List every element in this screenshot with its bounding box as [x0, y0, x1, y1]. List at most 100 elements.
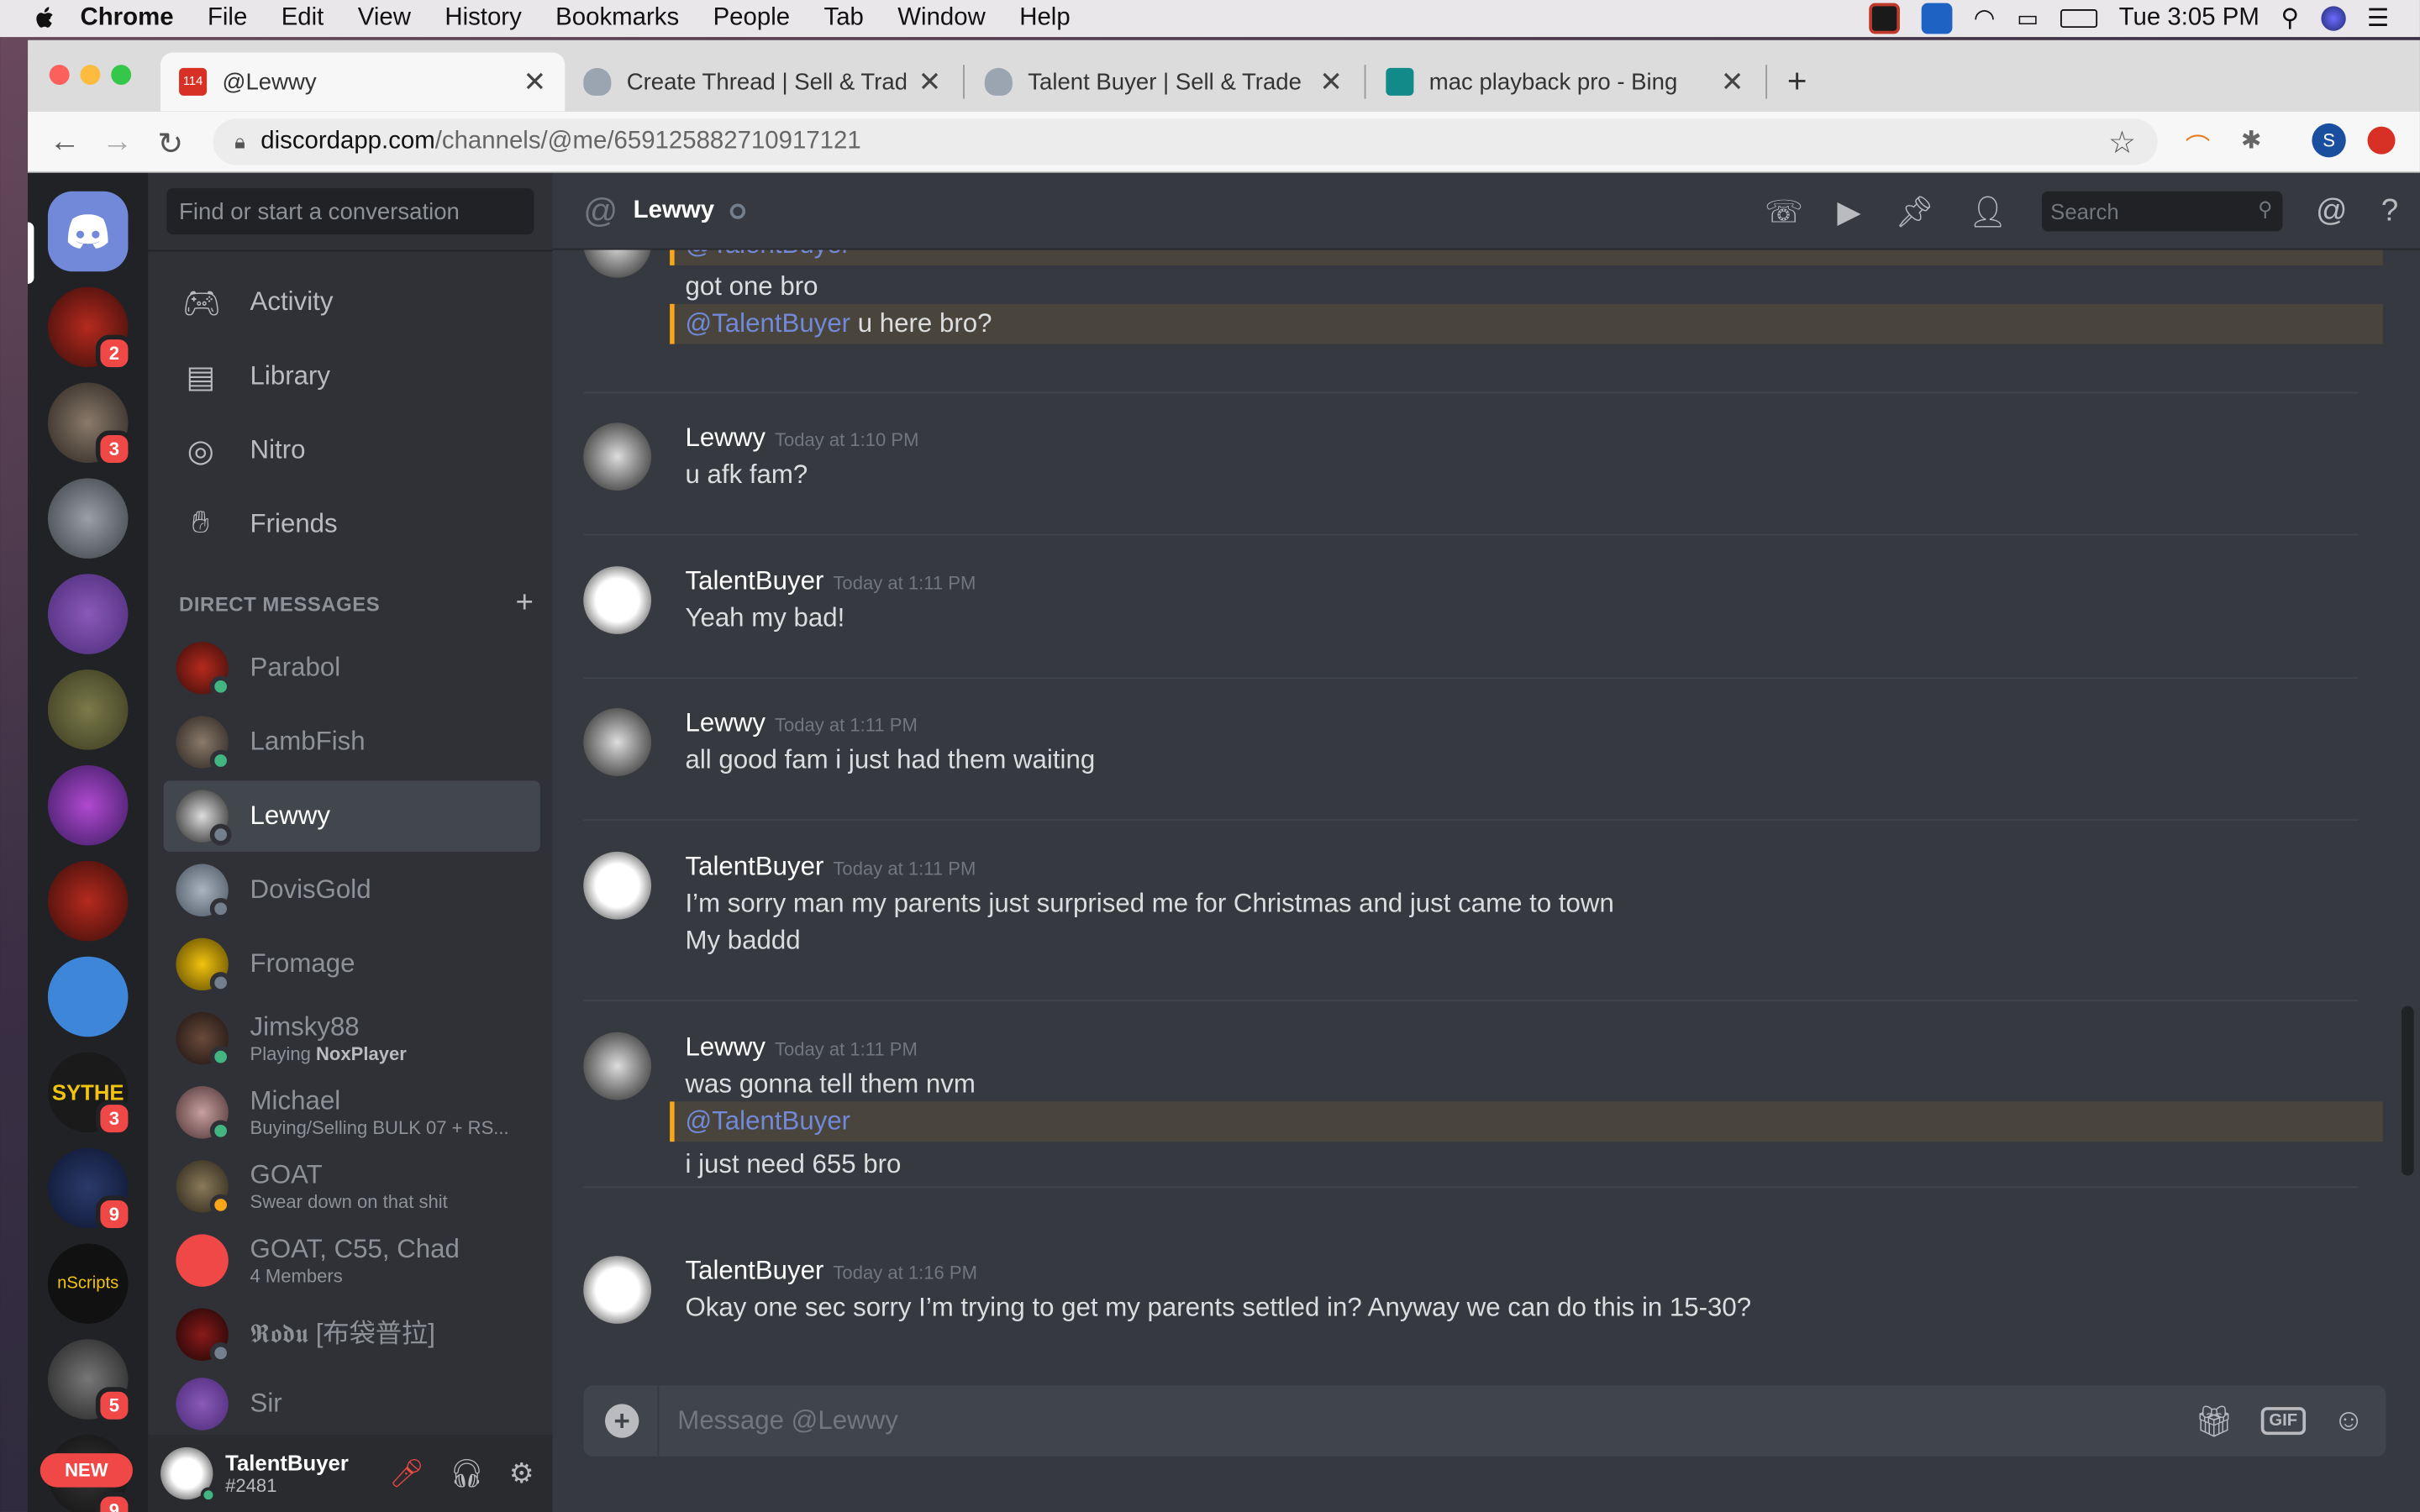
forward-arrow-icon[interactable]: →: [102, 125, 133, 160]
close-tab-icon[interactable]: ✕: [918, 66, 942, 98]
dm-item[interactable]: Michael Buying/Selling BULK 07 + RS...: [164, 1077, 540, 1147]
avatar[interactable]: [583, 1032, 652, 1100]
avatar[interactable]: [583, 851, 652, 920]
settings-gear-icon[interactable]: ⚙: [509, 1457, 534, 1490]
bookmark-star-icon[interactable]: ☆: [2108, 123, 2136, 161]
airplay-icon[interactable]: ▭: [2017, 5, 2039, 32]
profile-avatar[interactable]: S: [2312, 123, 2346, 158]
avatar[interactable]: [583, 249, 652, 278]
extension-arc-icon[interactable]: ⌒: [2186, 127, 2210, 164]
dm-item-selected[interactable]: Lewwy: [163, 780, 540, 852]
create-dm-plus-icon[interactable]: +: [515, 586, 534, 622]
server-sythe[interactable]: SYTHE 3: [47, 1052, 133, 1137]
menu-history[interactable]: History: [445, 5, 521, 33]
tab-bing[interactable]: mac playback pro - Bing ✕: [1367, 52, 1762, 111]
tab-talent-buyer[interactable]: Talent Buyer | Sell & Trade Gan ✕: [966, 52, 1361, 111]
server-monkey[interactable]: 3: [47, 382, 133, 468]
server-pizza[interactable]: [47, 574, 129, 654]
author-name[interactable]: TalentBuyer: [685, 566, 823, 596]
upload-plus-icon[interactable]: +: [604, 1404, 639, 1438]
menu-tab[interactable]: Tab: [824, 5, 864, 33]
runelite-status-icon[interactable]: [1868, 3, 1900, 34]
mute-microphone-icon[interactable]: 🎤︎: [389, 1457, 424, 1490]
menu-bookmarks[interactable]: Bookmarks: [555, 5, 679, 33]
tab-lewwy[interactable]: 114 @Lewwy ✕: [160, 52, 566, 112]
author-name[interactable]: TalentBuyer: [685, 1256, 823, 1285]
server-skull[interactable]: 5: [47, 1339, 133, 1425]
server-robot[interactable]: [47, 956, 129, 1037]
zoom-window-button[interactable]: [111, 65, 132, 86]
avatar[interactable]: [583, 423, 652, 491]
minimize-window-button[interactable]: [80, 65, 101, 86]
tab-create-thread[interactable]: Create Thread | Sell & Trade Ga ✕: [565, 52, 960, 111]
menubar-clock[interactable]: Tue 3:05 PM: [2119, 5, 2260, 33]
find-conversation-input[interactable]: Find or start a conversation: [166, 188, 534, 235]
nav-nitro[interactable]: ◎ Nitro: [164, 418, 540, 483]
nav-friends[interactable]: ✋︎ Friends: [164, 492, 540, 557]
notification-center-icon[interactable]: ☰: [2367, 3, 2389, 34]
close-tab-icon[interactable]: ✕: [523, 66, 546, 98]
server-ss[interactable]: [47, 669, 129, 750]
new-tab-icon[interactable]: +: [1787, 61, 1807, 102]
headphones-icon[interactable]: 🎧︎: [449, 1457, 484, 1490]
dm-item[interactable]: LambFish: [164, 706, 540, 777]
server-baod[interactable]: 9: [47, 1147, 133, 1233]
lock-icon[interactable]: 🔒︎: [234, 129, 245, 154]
dm-item[interactable]: Parabol: [164, 633, 540, 703]
battery-icon[interactable]: [2060, 9, 2097, 29]
menu-edit[interactable]: Edit: [281, 5, 324, 33]
add-friend-to-dm-icon[interactable]: 👤︎: [1968, 192, 2007, 231]
menu-view[interactable]: View: [358, 5, 411, 33]
menu-window[interactable]: Window: [897, 5, 986, 33]
nav-activity[interactable]: 🎮︎ Activity: [164, 270, 540, 334]
dm-item[interactable]: Jimsky88 Playing NoxPlayer: [164, 1003, 540, 1074]
dm-item[interactable]: Fromage: [164, 929, 540, 1000]
menu-file[interactable]: File: [208, 5, 247, 33]
pinned-messages-icon[interactable]: 📌︎: [1895, 192, 1934, 231]
server-purple-mascot[interactable]: [47, 765, 129, 846]
gift-icon[interactable]: 🎁︎: [2195, 1402, 2234, 1441]
menu-help[interactable]: Help: [1019, 5, 1070, 33]
help-icon[interactable]: ?: [2381, 194, 2398, 229]
discord-home-button[interactable]: [47, 191, 129, 272]
avatar[interactable]: [160, 1446, 217, 1503]
reload-icon[interactable]: ↻: [157, 125, 183, 164]
close-tab-icon[interactable]: ✕: [1721, 66, 1744, 98]
update-alert-icon[interactable]: [2367, 126, 2396, 155]
spotlight-search-icon[interactable]: ⚲: [2281, 3, 2300, 34]
close-tab-icon[interactable]: ✕: [1319, 66, 1343, 98]
search-input[interactable]: Search ⚲: [2041, 191, 2282, 232]
start-video-call-icon[interactable]: ▶: [1837, 192, 1860, 231]
scrollbar-thumb[interactable]: [2401, 1005, 2414, 1176]
nav-library[interactable]: ▤ Library: [164, 344, 540, 409]
dm-item[interactable]: Sir: [164, 1373, 540, 1435]
dm-item[interactable]: 𝕽𝖔𝖉𝖚 [布袋普拉]: [164, 1299, 540, 1370]
avatar[interactable]: [583, 1256, 652, 1324]
wifi-icon[interactable]: ◠: [1974, 3, 1996, 34]
avatar[interactable]: [583, 566, 652, 634]
user-mention[interactable]: @TalentBuyer: [685, 1106, 850, 1137]
message-input[interactable]: Message @Lewwy: [677, 1405, 898, 1436]
start-voice-call-icon[interactable]: ☏: [1765, 192, 1803, 231]
bluetooth-extension-icon[interactable]: ✱: [2241, 125, 2262, 156]
emoji-picker-icon[interactable]: ☺: [2333, 1403, 2365, 1438]
author-name[interactable]: TalentBuyer: [685, 852, 823, 881]
author-name[interactable]: Lewwy: [685, 423, 765, 452]
address-bar[interactable]: 🔒︎ discordapp.com /channels/@me/65912588…: [213, 118, 2158, 165]
server-nscripts[interactable]: nScripts: [47, 1243, 129, 1324]
close-window-button[interactable]: [49, 65, 70, 86]
author-name[interactable]: Lewwy: [685, 708, 765, 738]
dm-item[interactable]: GOAT Swear down on that shit: [164, 1151, 540, 1221]
siri-icon[interactable]: [2320, 6, 2346, 31]
dm-item[interactable]: DovisGold: [164, 855, 540, 926]
avatar[interactable]: [583, 708, 652, 776]
author-name[interactable]: Lewwy: [685, 1032, 765, 1062]
gif-picker-button[interactable]: GIF: [2261, 1407, 2306, 1436]
server-rs[interactable]: [47, 478, 129, 559]
menu-people[interactable]: People: [713, 5, 791, 33]
user-mention[interactable]: @TalentBuyer: [685, 308, 850, 338]
apple-icon[interactable]: [31, 5, 59, 33]
menu-app-name[interactable]: Chrome: [81, 5, 174, 33]
back-arrow-icon[interactable]: ←: [50, 125, 81, 160]
dm-item-group[interactable]: GOAT, C55, Chad 4 Members: [164, 1225, 540, 1295]
